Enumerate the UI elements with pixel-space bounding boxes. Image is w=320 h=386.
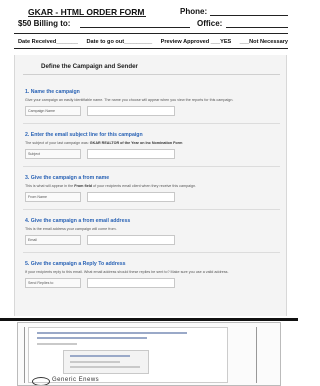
field-row: From Name — [25, 192, 280, 202]
section-heading: 1. Name the campaign — [25, 89, 80, 95]
preview-card — [63, 350, 149, 374]
phone-label: Phone: — [180, 7, 208, 16]
campaign-form: Define the Campaign and Sender 1. Name t… — [14, 55, 287, 316]
description-bold-text: From field — [74, 184, 93, 188]
form-title-rule — [23, 74, 280, 75]
preview-right-rule — [256, 327, 257, 383]
section-divider — [23, 252, 280, 253]
reply-to-input[interactable] — [87, 278, 175, 288]
title-underline — [28, 16, 146, 17]
not-necessary: ___Not Necessary — [239, 39, 288, 45]
meta-divider — [14, 48, 288, 49]
section-divider — [23, 123, 280, 124]
field-row: Email — [25, 235, 280, 245]
field-label: Subject — [25, 149, 81, 159]
preview-link-line — [37, 337, 147, 339]
field-row: Send Replies to — [25, 278, 280, 288]
section-reply-to: 5. Give the campaign a Reply To address … — [25, 261, 280, 288]
preview-text-line — [70, 361, 120, 363]
field-row: Subject — [25, 149, 280, 159]
template-preview-screenshot: Generic Enews — [17, 322, 281, 386]
section-heading: 4. Give the campaign a from email addres… — [25, 218, 131, 224]
billing-blank-line — [80, 27, 190, 28]
preview-text-line — [37, 343, 77, 345]
preview-text-line — [70, 366, 140, 368]
preview-left-rule — [24, 327, 25, 383]
section-description: If your recipients reply to this email. … — [25, 270, 229, 274]
preview-link-line — [70, 355, 130, 357]
preview-approved: Preview Approved ___YES — [160, 39, 232, 45]
field-label: Campaign Name — [25, 106, 81, 116]
section-description: The subject of your last campaign was: G… — [25, 141, 280, 145]
campaign-name-input[interactable] — [87, 106, 175, 116]
phone-blank-line — [210, 15, 288, 16]
section-subject: 2. Enter the email subject line for this… — [25, 132, 280, 159]
description-bold-text: GKAR REALTOR of the Year on Inc Nominati… — [89, 141, 183, 145]
section-divider — [23, 166, 280, 167]
section-description: This is the email address your campaign … — [25, 227, 117, 231]
section-description: Give your campaign an easily identifiabl… — [25, 98, 234, 102]
processing-row: Date Received_______ Date to go out_____… — [18, 39, 288, 45]
field-label: Email — [25, 235, 81, 245]
section-from-name: 3. Give the campaign a from name This is… — [25, 175, 280, 202]
field-label: From Name — [25, 192, 81, 202]
description-text: The subject of your last campaign was: — [25, 141, 90, 145]
preview-caption: Generic Enews — [52, 377, 100, 383]
section-heading: 3. Give the campaign a from name — [25, 175, 110, 181]
billing-label: $50 Billing to: — [18, 19, 71, 28]
from-name-input[interactable] — [87, 192, 175, 202]
field-row: Campaign Name — [25, 106, 280, 116]
subject-input[interactable] — [87, 149, 175, 159]
section-from-email: 4. Give the campaign a from email addres… — [25, 218, 280, 245]
field-label: Send Replies to — [25, 278, 81, 288]
header-divider — [14, 33, 288, 34]
office-blank-line — [226, 27, 288, 28]
section-divider — [23, 209, 280, 210]
section-heading: 2. Enter the email subject line for this… — [25, 132, 143, 138]
office-label: Office: — [197, 19, 223, 28]
section-campaign-name: 1. Name the campaign Give your campaign … — [25, 89, 280, 116]
date-received: Date Received_______ — [18, 39, 79, 45]
date-to-go-out: Date to go out_________ — [86, 39, 153, 45]
bottom-divider-bar — [0, 318, 298, 321]
radio-circle-icon — [32, 377, 50, 385]
from-email-input[interactable] — [87, 235, 175, 245]
description-text: This is what will appear in the — [25, 184, 75, 188]
preview-link-line — [37, 332, 187, 334]
section-description: This is what will appear in the From fie… — [25, 184, 280, 188]
form-section-title: Define the Campaign and Sender — [41, 63, 138, 70]
description-text: of your recipients email client when the… — [92, 184, 197, 188]
preview-window — [28, 327, 228, 383]
section-heading: 5. Give the campaign a Reply To address — [25, 261, 126, 267]
